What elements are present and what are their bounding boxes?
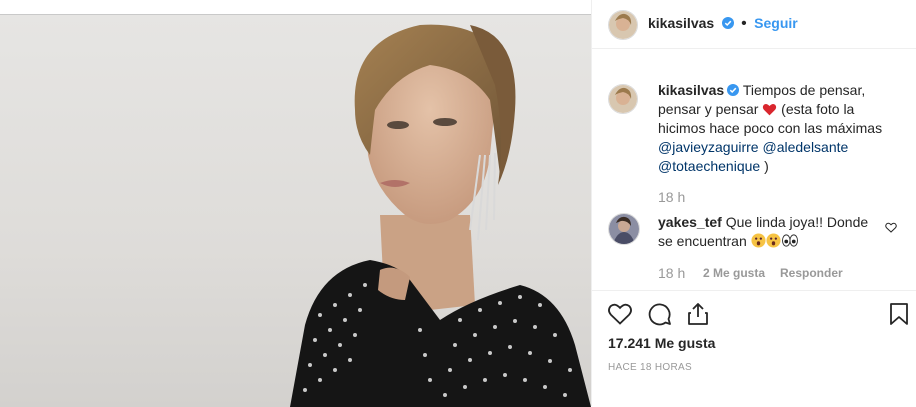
comment-timestamp[interactable]: 18 h xyxy=(658,265,685,281)
post-header: kikasilvas • Seguir xyxy=(592,0,916,49)
share-icon[interactable] xyxy=(687,302,709,326)
bookmark-icon[interactable] xyxy=(889,302,909,326)
astonished-face-emoji-icon xyxy=(766,233,781,248)
commenter-username[interactable]: yakes_tef xyxy=(658,214,722,230)
post-side-panel: kikasilvas • Seguir kikasilvas Tiempos d… xyxy=(591,0,916,406)
author-avatar[interactable] xyxy=(608,10,638,40)
red-heart-emoji-icon xyxy=(763,103,777,116)
heart-icon[interactable] xyxy=(608,303,632,325)
verified-badge-icon xyxy=(721,17,734,29)
comment-item: yakes_tef Que linda joya!! Donde se encu… xyxy=(658,213,878,251)
post-photo[interactable] xyxy=(0,14,591,407)
header-separator: • xyxy=(741,15,747,32)
caption-avatar[interactable] xyxy=(608,84,638,114)
comment-like-heart-icon[interactable] xyxy=(885,222,897,233)
astonished-face-emoji-icon xyxy=(751,233,766,248)
reply-button[interactable]: Responder xyxy=(780,266,843,280)
post-actions-bar: 17.241 Me gusta HACE 18 HORAS xyxy=(592,290,916,407)
instagram-post-view: kikasilvas • Seguir kikasilvas Tiempos d… xyxy=(0,0,916,407)
post-time-ago[interactable]: HACE 18 HORAS xyxy=(608,362,692,373)
comment-emojis xyxy=(751,233,799,249)
author-username[interactable]: kikasilvas xyxy=(648,15,714,31)
mention-link[interactable]: @totaechenique xyxy=(658,158,760,174)
mention-link[interactable]: @javieyzaguirre xyxy=(658,139,759,155)
caption-username[interactable]: kikasilvas xyxy=(658,82,724,98)
comment-icon[interactable] xyxy=(648,302,672,326)
verified-badge-icon xyxy=(727,84,740,96)
header-author: kikasilvas • Seguir xyxy=(648,15,798,33)
caption-close: ) xyxy=(760,158,769,174)
comment-likes[interactable]: 2 Me gusta xyxy=(703,266,765,280)
post-caption: kikasilvas Tiempos de pensar, pensar y p… xyxy=(658,81,896,176)
caption-timestamp[interactable]: 18 h xyxy=(658,189,685,205)
post-photo-illustration xyxy=(290,24,591,407)
likes-count[interactable]: 17.241 Me gusta xyxy=(608,335,715,351)
commenter-avatar[interactable] xyxy=(608,213,640,245)
eyes-emoji-icon xyxy=(781,234,798,247)
follow-button[interactable]: Seguir xyxy=(754,15,798,31)
mention-link[interactable]: @aledelsante xyxy=(762,139,848,155)
